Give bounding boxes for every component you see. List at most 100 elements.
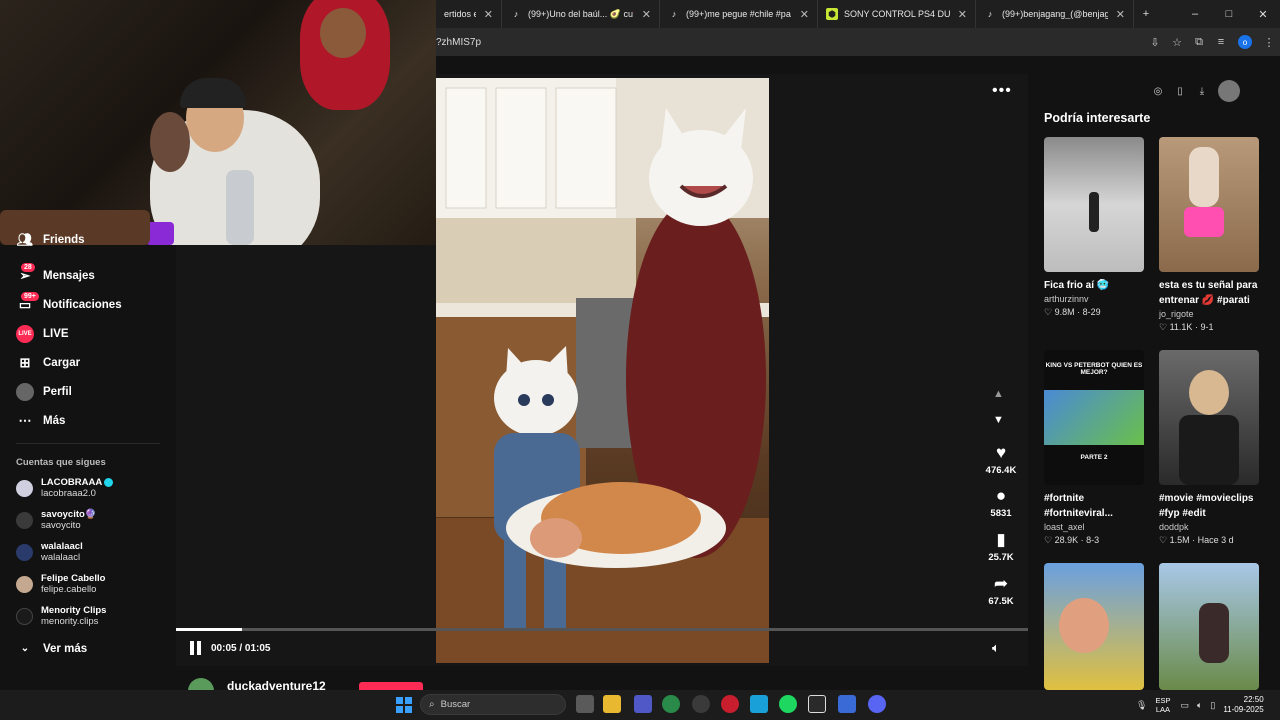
minimize-button[interactable]: – bbox=[1178, 8, 1212, 20]
comment-icon: ● bbox=[995, 486, 1007, 505]
spotify-icon[interactable] bbox=[779, 695, 797, 713]
browser-tab[interactable]: ♪ (99+)benjagang_(@benjagang ✕ bbox=[976, 0, 1134, 28]
tiktok-icon: ♪ bbox=[987, 9, 993, 19]
messages-badge: 28 bbox=[21, 263, 35, 272]
suggestions-title: Podría interesarte bbox=[1044, 111, 1151, 125]
following-title: Cuentas que sigues bbox=[16, 457, 106, 468]
app-icon[interactable] bbox=[692, 695, 710, 713]
battery-icon[interactable]: ▯ bbox=[1210, 700, 1215, 711]
chrome-icon[interactable] bbox=[662, 695, 680, 713]
maximize-button[interactable]: □ bbox=[1212, 8, 1246, 20]
following-account[interactable]: walalaacl walalaacl bbox=[0, 536, 176, 568]
like-button[interactable]: ♥ 476.4K bbox=[985, 443, 1017, 476]
video-thumbnail bbox=[1159, 350, 1259, 485]
app-icon[interactable] bbox=[838, 695, 856, 713]
share-button[interactable]: ➦ 67.5K bbox=[985, 574, 1017, 607]
close-window-button[interactable]: ✕ bbox=[1246, 8, 1280, 21]
author-name[interactable]: duckadventure12 bbox=[227, 679, 326, 690]
browser-tab[interactable]: ertidos en ✕ bbox=[436, 0, 502, 28]
profile-icon bbox=[16, 382, 34, 401]
close-tab-icon[interactable]: ✕ bbox=[484, 8, 493, 21]
windows-start-icon[interactable] bbox=[396, 697, 412, 713]
menu-kebab-icon[interactable]: ⋮ bbox=[1258, 36, 1280, 49]
download-icon[interactable]: ⤓ bbox=[1194, 86, 1210, 97]
network-icon[interactable]: ▭ bbox=[1180, 700, 1189, 711]
webcam-person-head bbox=[320, 8, 366, 58]
comment-button[interactable]: ● 5831 bbox=[985, 486, 1017, 519]
playback-time: 00:05 / 01:05 bbox=[211, 643, 271, 654]
suggested-video-card[interactable] bbox=[1159, 563, 1259, 690]
sidebar-item-more[interactable]: ⋯ Más bbox=[0, 406, 176, 435]
app-icon[interactable] bbox=[750, 695, 768, 713]
live-icon: LIVE bbox=[16, 324, 34, 343]
taskbar-search[interactable]: ⌕ Buscar bbox=[420, 694, 566, 715]
sidebar-item-notifications[interactable]: ▭ 99+ Notificaciones bbox=[0, 290, 176, 319]
profile-avatar[interactable]: o bbox=[1238, 35, 1252, 49]
more-icon: ⋯ bbox=[18, 412, 32, 428]
microphone-icon[interactable]: 🎙︎ bbox=[1136, 700, 1147, 711]
discord-icon[interactable] bbox=[868, 695, 886, 713]
webcam-person bbox=[150, 112, 190, 172]
device-icon[interactable]: ▯ bbox=[1172, 86, 1188, 97]
previous-video-icon[interactable]: ▲ bbox=[993, 388, 1004, 400]
store-icon: ⬢ bbox=[826, 8, 838, 20]
friends-icon: 👥︎ bbox=[16, 232, 34, 247]
teams-icon[interactable] bbox=[634, 695, 652, 713]
suggested-video-card[interactable]: KING VS PETERBOT QUIEN ES MEJOR? PARTE 2… bbox=[1044, 350, 1144, 546]
progress-bar[interactable] bbox=[176, 628, 1028, 631]
following-account[interactable]: Felipe Cabello felipe.cabello bbox=[0, 568, 176, 600]
sidebar-item-live[interactable]: LIVE LIVE bbox=[0, 319, 176, 348]
media-control-icon[interactable]: ≡ bbox=[1210, 36, 1232, 48]
video-thumbnail: KING VS PETERBOT QUIEN ES MEJOR? PARTE 2 bbox=[1044, 350, 1144, 485]
language-indicator[interactable]: ESP LAA bbox=[1155, 696, 1170, 714]
browser-tab[interactable]: ♪ (99+)Uno del baúl... 🥑 cu💗 # ✕ bbox=[502, 0, 660, 28]
epic-games-icon[interactable] bbox=[808, 695, 826, 713]
clock[interactable]: 22:50 11-09-2025 bbox=[1223, 695, 1263, 715]
tiktok-icon: ♪ bbox=[671, 9, 677, 19]
next-video-icon[interactable]: ▼ bbox=[993, 414, 1004, 426]
coin-icon[interactable]: ◎ bbox=[1150, 86, 1166, 97]
video-frame[interactable] bbox=[436, 78, 769, 663]
opera-icon[interactable] bbox=[721, 695, 739, 713]
close-tab-icon[interactable]: ✕ bbox=[642, 8, 651, 21]
extensions-icon[interactable]: ⧉ bbox=[1188, 36, 1210, 49]
heart-icon: ♥ bbox=[995, 443, 1007, 462]
avatar bbox=[16, 511, 33, 529]
sidebar-item-profile[interactable]: Perfil bbox=[0, 377, 176, 406]
following-account[interactable]: Menority Clips menority.clips bbox=[0, 600, 176, 632]
pause-button[interactable] bbox=[190, 641, 204, 657]
bookmark-button[interactable]: ▮ 25.7K bbox=[985, 530, 1017, 563]
author-avatar[interactable] bbox=[188, 678, 214, 690]
close-tab-icon[interactable]: ✕ bbox=[958, 8, 967, 21]
suggested-video-card[interactable]: #movie #movieclips #fyp #edit doddpk ♡ 1… bbox=[1159, 350, 1259, 546]
file-explorer-icon[interactable] bbox=[603, 695, 621, 713]
url-field[interactable]: ?zhMIS7p bbox=[436, 37, 1144, 48]
left-sidebar: 👥︎ Friends ➢ 28 Mensajes ▭ 99+ Notificac… bbox=[0, 232, 176, 690]
close-tab-icon[interactable]: ✕ bbox=[800, 8, 809, 21]
sidebar-item-upload[interactable]: ⊞ Cargar bbox=[0, 348, 176, 377]
webcam-cap bbox=[180, 78, 246, 108]
suggested-video-card[interactable]: esta es tu señal para entrenar 💋 #parati… bbox=[1159, 137, 1259, 333]
following-account[interactable]: LACOBRAAA lacobraaa2.0 bbox=[0, 472, 176, 504]
video-image bbox=[436, 78, 769, 663]
heart-outline-icon: ♡ bbox=[1159, 535, 1170, 545]
new-tab-button[interactable]: + bbox=[1134, 8, 1158, 20]
browser-tab[interactable]: ♪ (99+)me pegue #chile #pa ✕ bbox=[660, 0, 818, 28]
suggested-video-card[interactable]: Fica frio aí 🥶 arthurzinnv ♡ 9.8M · 8-29 bbox=[1044, 137, 1144, 318]
tiktok-icon: ♪ bbox=[513, 9, 519, 19]
install-app-icon[interactable]: ⇩ bbox=[1144, 36, 1166, 49]
sidebar-item-messages[interactable]: ➢ 28 Mensajes bbox=[0, 261, 176, 290]
follow-button[interactable] bbox=[359, 682, 423, 690]
bookmark-star-icon[interactable]: ☆ bbox=[1166, 36, 1188, 49]
browser-tab[interactable]: ⬢ SONY CONTROL PS4 DUALSHO ✕ bbox=[818, 0, 976, 28]
suggested-video-card[interactable] bbox=[1044, 563, 1144, 690]
volume-tray-icon[interactable]: 🔈︎ bbox=[1197, 700, 1202, 711]
user-avatar[interactable] bbox=[1218, 80, 1240, 102]
more-options-icon[interactable]: ••• bbox=[992, 82, 1012, 100]
see-more-button[interactable]: ⌄ Ver más bbox=[0, 634, 176, 663]
volume-icon[interactable]: 🔈︎ bbox=[992, 640, 1000, 656]
task-view-icon[interactable] bbox=[576, 695, 594, 713]
following-account[interactable]: savoycito🔮 savoycito bbox=[0, 504, 176, 536]
close-tab-icon[interactable]: ✕ bbox=[1116, 8, 1125, 21]
system-tray: 🎙︎ ESP LAA ▭ 🔈︎ ▯ 22:50 11-09-2025 bbox=[1136, 693, 1264, 717]
